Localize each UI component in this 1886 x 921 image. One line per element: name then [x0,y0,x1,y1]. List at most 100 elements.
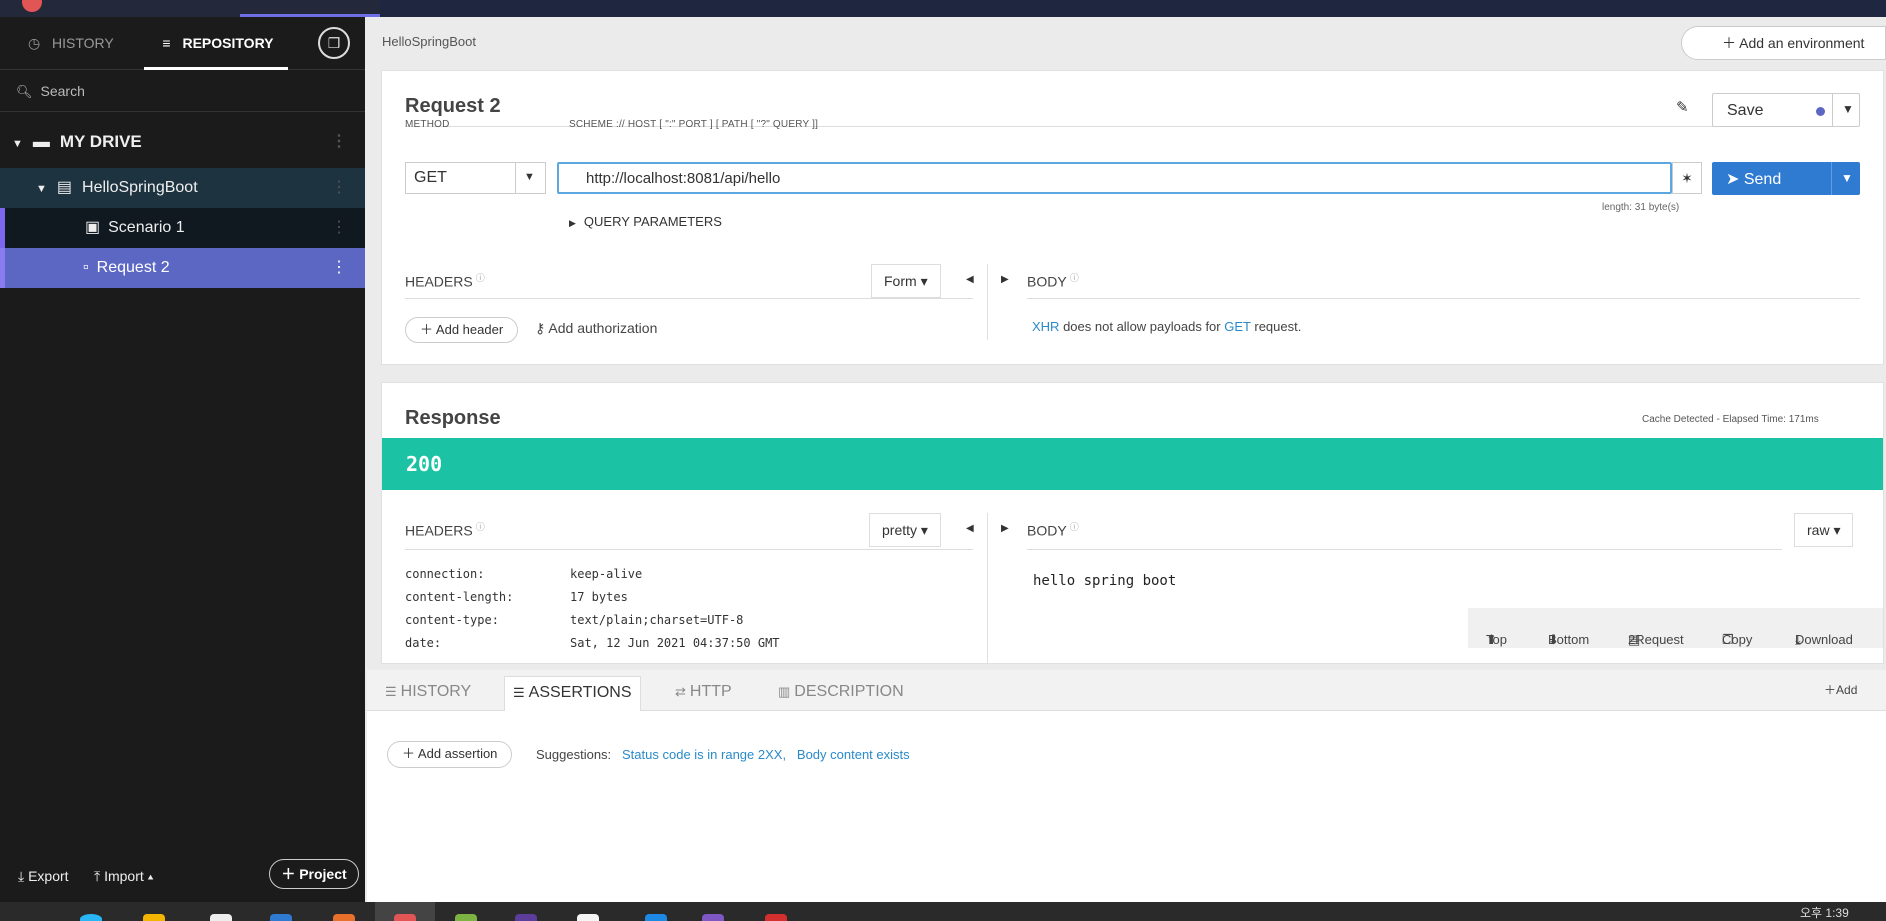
query-parameters-toggle[interactable]: ▶ QUERY PARAMETERS [569,214,722,229]
pencil-icon[interactable]: ✎ [1676,98,1689,116]
save-dropdown-caret-icon[interactable]: ▼ [1842,102,1854,116]
url-input[interactable] [559,164,1670,192]
expand-right-icon[interactable]: ▶ [1001,523,1009,534]
xhr-link[interactable]: XHR [1032,319,1059,334]
response-body-mode-select[interactable]: raw ▾ [1794,513,1854,547]
copy-label: Copy [1722,632,1753,647]
method-select[interactable]: GET ▼ [405,162,546,194]
add-authorization-button[interactable]: ⚷ Add authorization [535,320,657,337]
more-options-icon[interactable]: ⋮ [331,208,347,248]
tree-item-request-label: Request 2 [96,259,170,276]
tab-assertions[interactable]: ☰ ASSERTIONS [504,676,641,711]
send-label: Send [1743,171,1782,188]
taskbar-app-icon[interactable] [210,914,232,921]
send-button[interactable]: ➤ Send ▼ [1712,162,1860,195]
response-headers-mode-select[interactable]: pretty ▾ [869,513,941,547]
save-button[interactable]: Save ▼ [1712,93,1860,127]
request-panel: Request 2 ✎ Save ▼ METHOD SCHEME :// HOS… [381,70,1884,365]
tree-item-scenario[interactable]: ▣ Scenario 1 ⋮ [0,208,365,248]
response-title: Response [405,407,501,429]
collapse-left-icon[interactable]: ◀ [966,274,974,285]
new-document-button[interactable]: ❒ [318,27,350,59]
url-length: length: 31 byte(s) [1602,202,1680,213]
response-body[interactable]: hello spring boot [1033,573,1176,589]
assertions-panel [367,711,1886,902]
suggestion-body-exists[interactable]: Body content exists [797,747,910,762]
tab-description[interactable]: ▥ DESCRIPTION [770,676,912,711]
exchange-icon: ⇄ [675,684,686,699]
add-header-button[interactable]: ＋ Add header [405,317,519,343]
sidebar: ◷ HISTORY ≡ REPOSITORY ❒ 🔍︎ Search ▼ ▬ MY DRI… [0,17,365,902]
add-environment-button[interactable]: ＋ Add an environment [1681,26,1886,60]
request-file-icon: ▫ [83,259,89,276]
database-icon: ≡ [162,35,171,51]
sidebar-tab-history[interactable]: ◷ HISTORY [28,17,114,70]
taskbar-app-icon[interactable] [702,914,724,921]
taskbar-clock[interactable]: 오후 1:39 [1800,904,1849,921]
taskbar-app-icon[interactable] [765,914,787,921]
add-authorization-label: Add authorization [548,320,658,336]
add-panel-button[interactable]: ＋Add [1824,681,1857,698]
more-options-icon[interactable]: ⋮ [331,248,347,288]
add-panel-label: Add [1836,683,1858,697]
folder-icon: ▣ [85,219,101,236]
suggestion-status-2xx[interactable]: Status code is in range 2XX, [622,747,786,762]
header-value: 17 bytes [570,590,628,604]
headers-mode-select[interactable]: Form ▾ [871,264,941,298]
plus-icon: ＋ [1722,35,1736,51]
tab-history-label: HISTORY [400,683,472,700]
taskbar-firefox-icon[interactable] [333,914,355,921]
taskbar-app-icon[interactable] [645,914,667,921]
export-button[interactable]: ⤓ Export [18,868,69,885]
url-format-button[interactable]: ✶ [1672,162,1702,194]
list-icon: ☰ [385,684,397,699]
divider [405,549,973,550]
send-dropdown-caret-icon[interactable]: ▼ [1841,171,1853,185]
add-project-button[interactable]: ＋ Project [269,859,359,889]
tab-http[interactable]: ⇄ HTTP [667,676,740,711]
help-icon[interactable]: ⓘ [476,522,485,532]
add-header-label: Add header [435,322,504,337]
url-field[interactable] [557,162,1672,194]
tab-assertions-label: ASSERTIONS [528,684,632,701]
request-title[interactable]: Request 2 [405,95,501,118]
collapse-left-icon[interactable]: ◀ [966,523,974,534]
taskbar-folder-icon[interactable] [143,914,165,921]
caret-up-icon: ▴ [147,868,154,884]
expand-right-icon[interactable]: ▶ [1001,274,1009,285]
header-value: Sat, 12 Jun 2021 04:37:50 GMT [570,636,780,650]
help-icon[interactable]: ⓘ [476,273,485,283]
taskbar-app-icon[interactable] [80,914,102,921]
taskbar-app-icon[interactable] [577,914,599,921]
divider [987,264,988,340]
breadcrumb[interactable]: HelloSpringBoot [382,34,476,49]
taskbar-app-icon[interactable] [270,914,292,921]
sidebar-tab-repository[interactable]: ≡ REPOSITORY [144,17,288,70]
sidebar-search[interactable]: 🔍︎ Search [0,70,365,112]
add-project-label: Project [299,866,347,882]
add-assertion-button[interactable]: ＋ Add assertion [387,741,513,768]
to-request-label: 2Request [1628,632,1684,647]
divider [987,513,988,663]
taskbar-app-icon[interactable] [394,914,416,921]
help-icon[interactable]: ⓘ [1070,522,1079,532]
sidebar-footer: ⤓ Export ⤒ Import ▴ ＋ Project [0,854,365,902]
more-options-icon[interactable]: ⋮ [331,168,347,208]
import-button[interactable]: ⤒ Import ▴ [94,868,154,885]
plus-icon: ＋ [420,322,434,337]
body-not-allowed-message: XHR does not allow payloads for GET requ… [1032,319,1301,334]
taskbar-app-icon[interactable] [455,914,477,921]
tree-item-my-drive[interactable]: ▼ ▬ MY DRIVE ⋮ [0,120,365,164]
tab-history[interactable]: ☰ HISTORY [377,676,479,711]
project-icon: ▤ [56,179,73,196]
tree-item-request[interactable]: ▫ Request 2 ⋮ [0,248,365,288]
tree-item-project[interactable]: ▼ ▤ HelloSpringBoot ⋮ [0,168,365,208]
bottom-label: Bottom [1548,632,1590,647]
get-link[interactable]: GET [1224,319,1251,334]
taskbar-app-icon[interactable] [515,914,537,921]
more-options-icon[interactable]: ⋮ [331,120,347,164]
export-label: Export [28,868,69,884]
import-label: Import [104,868,144,884]
unsaved-indicator [1816,107,1825,116]
help-icon[interactable]: ⓘ [1070,273,1079,283]
